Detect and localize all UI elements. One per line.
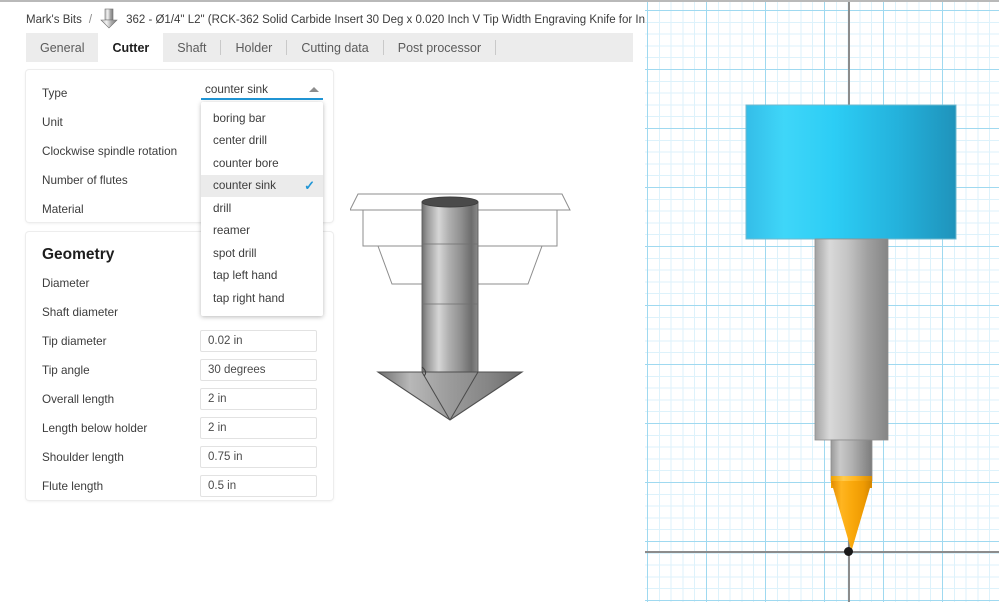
dropdown-option-tap-right-hand[interactable]: tap right hand [201,287,323,310]
tool-library-editor: Mark's Bits / 362 - Ø1/4" L2" (RCK-362 S… [0,0,999,602]
field-label-number-of-flutes: Number of flutes [42,173,128,187]
dropdown-option-label: counter sink [213,179,277,193]
type-select-value: counter sink [205,82,269,96]
field-value-tip-diameter[interactable]: 0.02 in [200,330,317,352]
breadcrumb-title: 362 - Ø1/4" L2" (RCK-362 Solid Carbide I… [126,13,736,26]
field-row-tip-diameter: Tip diameter 0.02 in [42,330,317,352]
origin-point [844,547,853,556]
field-label-tip-diameter: Tip diameter [42,334,107,348]
field-label-length-below-holder: Length below holder [42,421,148,435]
dropdown-option-spot-drill[interactable]: spot drill [201,242,323,265]
dropdown-option-drill[interactable]: drill [201,197,323,220]
field-value-flute-length[interactable]: 0.5 in [200,475,317,497]
breadcrumb: Mark's Bits / 362 - Ø1/4" L2" (RCK-362 S… [26,7,735,32]
tab-bar: General Cutter Shaft Holder Cutting data… [26,33,633,62]
breadcrumb-separator: / [88,13,93,26]
field-label-overall-length: Overall length [42,392,115,406]
field-row-length-below-holder: Length below holder 2 in [42,417,317,439]
breadcrumb-root[interactable]: Mark's Bits [26,14,82,26]
dropdown-option-counter-sink[interactable]: counter sink ✓ [201,174,323,197]
dropdown-option-label: reamer [213,224,251,238]
field-label-tip-angle: Tip angle [42,363,90,377]
tab-divider [495,40,497,55]
field-label-shaft-diameter: Shaft diameter [42,305,119,319]
field-label-shoulder-length: Shoulder length [42,450,124,464]
field-label-clockwise-spindle-rotation: Clockwise spindle rotation [42,144,178,158]
geometry-card-title: Geometry [42,246,115,263]
dropdown-option-label: tap left hand [213,269,278,283]
editor-pane: Mark's Bits / 362 - Ø1/4" L2" (RCK-362 S… [0,2,735,602]
countersink-tool-icon [99,7,119,32]
dropdown-option-label: center drill [213,134,267,148]
field-value-length-below-holder[interactable]: 2 in [200,417,317,439]
dropdown-option-label: drill [213,201,232,215]
field-value-shoulder-length[interactable]: 0.75 in [200,446,317,468]
dropdown-option-label: counter bore [213,156,279,170]
field-row-overall-length: Overall length 2 in [42,388,317,410]
field-label-flute-length: Flute length [42,479,104,493]
field-label-type: Type [42,86,68,100]
check-icon: ✓ [304,178,315,194]
dropdown-option-counter-bore[interactable]: counter bore [201,152,323,175]
dropdown-option-label: tap right hand [213,291,285,305]
chevron-up-icon[interactable] [309,86,319,92]
field-value-tip-angle[interactable]: 30 degrees [200,359,317,381]
field-row-flute-length: Flute length 0.5 in [42,475,317,497]
tab-cutter[interactable]: Cutter [98,33,164,62]
dropdown-option-tap-left-hand[interactable]: tap left hand [201,265,323,288]
tab-shaft[interactable]: Shaft [163,33,220,62]
tab-post-processor[interactable]: Post processor [384,33,495,62]
field-label-material: Material [42,202,84,216]
dropdown-option-label: boring bar [213,111,266,125]
field-row-shoulder-length: Shoulder length 0.75 in [42,446,317,468]
type-select[interactable]: counter sink [201,80,323,100]
tool-cross-section-preview [349,182,630,442]
tab-cutting-data[interactable]: Cutting data [287,33,382,62]
field-label-unit: Unit [42,115,63,129]
tool-3d-viewport[interactable] [645,2,999,602]
dropdown-option-center-drill[interactable]: center drill [201,130,323,153]
dropdown-option-reamer[interactable]: reamer [201,220,323,243]
dropdown-option-boring-bar[interactable]: boring bar [201,107,323,130]
tab-holder[interactable]: Holder [221,33,286,62]
dropdown-option-label: spot drill [213,246,257,260]
field-row-tip-angle: Tip angle 30 degrees [42,359,317,381]
tab-general[interactable]: General [26,33,98,62]
field-label-diameter: Diameter [42,276,90,290]
field-value-overall-length[interactable]: 2 in [200,388,317,410]
type-select-dropdown[interactable]: boring bar center drill counter bore cou… [201,102,323,316]
